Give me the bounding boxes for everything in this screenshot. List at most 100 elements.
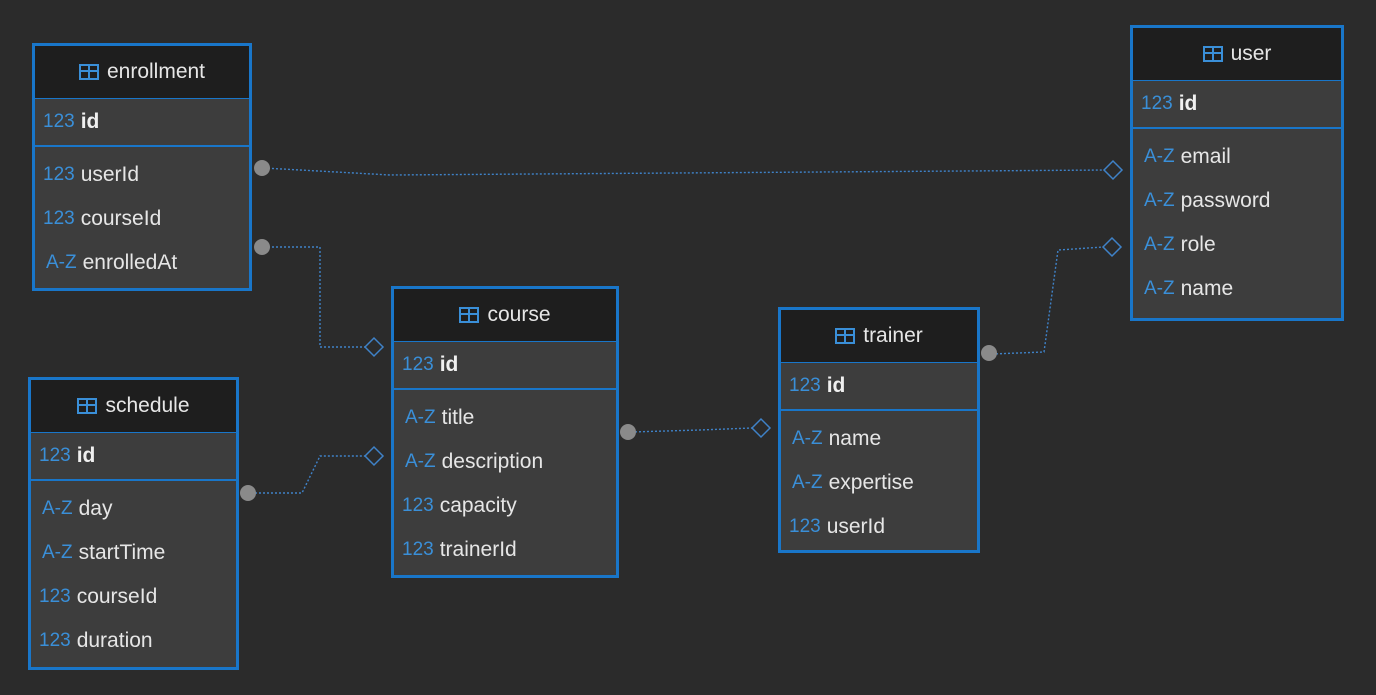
entity-schedule-pk[interactable]: 123 id	[31, 433, 236, 481]
column-startTime[interactable]: A-Z startTime	[31, 531, 236, 575]
entity-enrollment-columns: 123 userId 123 courseId A-Z enrolledAt	[35, 147, 249, 285]
entity-enrollment-pk[interactable]: 123 id	[35, 99, 249, 147]
relationship-diamond-icon	[1102, 159, 1124, 181]
edge-schedule-course[interactable]	[240, 445, 385, 501]
relationship-endpoint-dot-icon	[254, 239, 270, 255]
text-type-icon: A-Z	[405, 451, 436, 472]
entity-course-columns: A-Z title A-Z description 123 capacity 123 trai…	[394, 390, 616, 572]
column-duration[interactable]: 123 duration	[31, 619, 236, 663]
numeric-type-icon: 123	[43, 208, 75, 229]
numeric-type-icon: 123	[402, 539, 434, 560]
numeric-type-icon: 123	[39, 586, 71, 607]
numeric-type-icon: 123	[43, 111, 75, 132]
column-trainerId[interactable]: 123 trainerId	[394, 528, 616, 572]
text-type-icon: A-Z	[1144, 278, 1175, 299]
column-name: id	[76, 444, 96, 467]
column-name: id	[1178, 92, 1198, 115]
entity-user-title: user	[1230, 42, 1272, 65]
relationship-line[interactable]	[264, 246, 366, 348]
entity-trainer-title: trainer	[863, 324, 923, 347]
text-type-icon: A-Z	[792, 472, 823, 493]
column-name: password	[1180, 189, 1271, 212]
column-name: courseId	[76, 585, 158, 608]
relationship-diamond-icon	[363, 445, 385, 467]
column-description[interactable]: A-Z description	[394, 440, 616, 484]
column-name: id	[80, 110, 100, 133]
text-type-icon: A-Z	[46, 252, 77, 273]
column-courseId[interactable]: 123 courseId	[31, 575, 236, 619]
text-type-icon: A-Z	[1144, 234, 1175, 255]
relationship-line[interactable]	[991, 246, 1105, 355]
entity-schedule-columns: A-Z day A-Z startTime 123 courseId 123 duration	[31, 481, 236, 663]
relationship-endpoint-dot-icon	[254, 160, 270, 176]
relationship-diamond-icon	[750, 417, 772, 439]
text-type-icon: A-Z	[792, 428, 823, 449]
entity-enrollment-header[interactable]: enrollment	[35, 46, 249, 99]
column-capacity[interactable]: 123 capacity	[394, 484, 616, 528]
column-name: expertise	[828, 471, 914, 494]
relationship-line[interactable]	[630, 427, 753, 433]
entity-schedule-title: schedule	[105, 394, 190, 417]
entity-schedule[interactable]: schedule 123 id A-Z day A-Z startTime 123 cour…	[28, 377, 239, 670]
column-name: name	[828, 427, 882, 450]
column-userId[interactable]: 123 userId	[35, 153, 249, 197]
column-name: id	[826, 374, 846, 397]
text-type-icon: A-Z	[1144, 190, 1175, 211]
entity-trainer[interactable]: trainer 123 id A-Z name A-Z expertise 123 user…	[778, 307, 980, 553]
column-name: capacity	[439, 494, 517, 517]
entity-user-header[interactable]: user	[1133, 28, 1341, 81]
text-type-icon: A-Z	[42, 498, 73, 519]
numeric-type-icon: 123	[43, 164, 75, 185]
entity-course-header[interactable]: course	[394, 289, 616, 342]
numeric-type-icon: 123	[789, 516, 821, 537]
entity-trainer-header[interactable]: trainer	[781, 310, 977, 363]
relationship-diamond-icon	[363, 336, 385, 358]
relationship-endpoint-dot-icon	[620, 424, 636, 440]
column-name: enrolledAt	[82, 251, 178, 274]
entity-user-pk[interactable]: 123 id	[1133, 81, 1341, 129]
numeric-type-icon: 123	[789, 375, 821, 396]
table-icon	[77, 398, 98, 414]
edge-trainer-user[interactable]	[981, 236, 1123, 361]
column-role[interactable]: A-Z role	[1133, 223, 1341, 267]
entity-course[interactable]: course 123 id A-Z title A-Z description 123 ca…	[391, 286, 619, 578]
table-icon	[1202, 46, 1223, 62]
column-name: startTime	[78, 541, 166, 564]
er-diagram-canvas: enrollment 123 id 123 userId 123 courseId A-Z…	[0, 0, 1376, 695]
entity-course-pk[interactable]: 123 id	[394, 342, 616, 390]
column-password[interactable]: A-Z password	[1133, 179, 1341, 223]
column-day[interactable]: A-Z day	[31, 487, 236, 531]
entity-enrollment[interactable]: enrollment 123 id 123 userId 123 courseId A-Z…	[32, 43, 252, 291]
edge-enrollment-user[interactable]	[254, 159, 1124, 181]
column-name: email	[1180, 145, 1231, 168]
column-name: day	[78, 497, 113, 520]
entity-course-title: course	[487, 303, 551, 326]
column-name: courseId	[80, 207, 162, 230]
column-title[interactable]: A-Z title	[394, 396, 616, 440]
column-name: id	[439, 353, 459, 376]
column-name: userId	[80, 163, 140, 186]
column-courseId[interactable]: 123 courseId	[35, 197, 249, 241]
entity-trainer-pk[interactable]: 123 id	[781, 363, 977, 411]
column-email[interactable]: A-Z email	[1133, 135, 1341, 179]
column-enrolledAt[interactable]: A-Z enrolledAt	[35, 241, 249, 285]
relationship-line[interactable]	[251, 455, 366, 494]
column-name: title	[441, 406, 475, 429]
entity-schedule-header[interactable]: schedule	[31, 380, 236, 433]
edge-enrollment-course[interactable]	[254, 239, 385, 358]
text-type-icon: A-Z	[42, 542, 73, 563]
entity-user[interactable]: user 123 id A-Z email A-Z password A-Z role A-Z…	[1130, 25, 1344, 321]
column-name: name	[1180, 277, 1234, 300]
numeric-type-icon: 123	[39, 630, 71, 651]
entity-user-columns: A-Z email A-Z password A-Z role A-Z name	[1133, 129, 1341, 311]
column-name[interactable]: A-Z name	[781, 417, 977, 461]
text-type-icon: A-Z	[1144, 146, 1175, 167]
column-name: trainerId	[439, 538, 517, 561]
relationship-line[interactable]	[263, 167, 1109, 176]
edge-course-trainer[interactable]	[620, 417, 772, 440]
column-expertise[interactable]: A-Z expertise	[781, 461, 977, 505]
table-icon	[459, 307, 480, 323]
table-icon	[835, 328, 856, 344]
column-userId[interactable]: 123 userId	[781, 505, 977, 549]
column-name[interactable]: A-Z name	[1133, 267, 1341, 311]
